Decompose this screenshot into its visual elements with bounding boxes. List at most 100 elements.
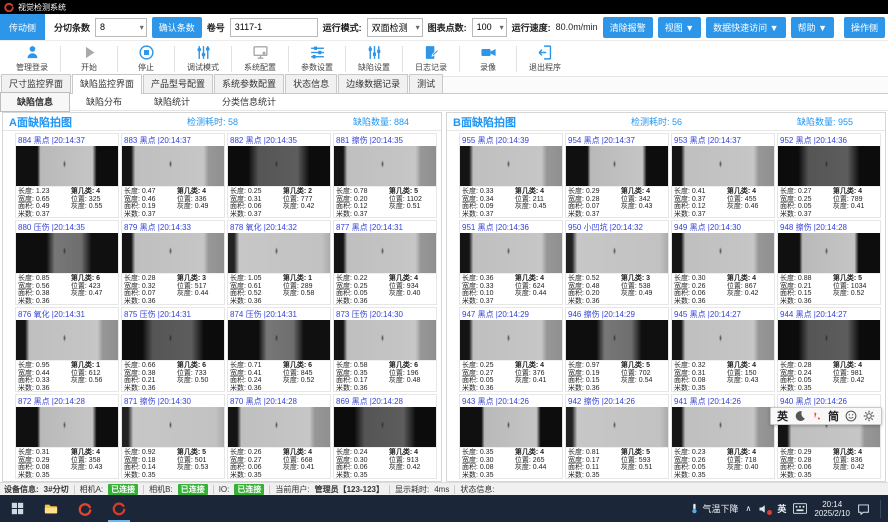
main-tab-3[interactable]: 产品型号配置 bbox=[143, 74, 213, 93]
defect-cell[interactable]: 949 黑点 |20:14:30长度: 0.30宽度: 0.26面积: 0.06… bbox=[671, 220, 775, 305]
class-value: 第几类: 4 bbox=[71, 188, 116, 196]
defect-cell-header: 944 黑点 |20:14:27 bbox=[778, 308, 880, 320]
defect-cell[interactable]: 951 黑点 |20:14:36长度: 0.36宽度: 0.33面积: 0.10… bbox=[459, 220, 563, 305]
defect-measurements: 长度: 0.25宽度: 0.31面积: 0.06米数: 0.37 bbox=[230, 188, 283, 216]
moon-icon[interactable] bbox=[794, 410, 806, 422]
clock-widget[interactable]: 20:14 2025/2/10 bbox=[814, 500, 850, 518]
defect-cell[interactable]: 878 氧化 |20:14:32长度: 1.05宽度: 0.61面积: 0.52… bbox=[227, 220, 331, 305]
defect-cell[interactable]: 884 黑点 |20:14:37长度: 1.23宽度: 0.65面积: 0.49… bbox=[15, 133, 119, 218]
main-tab-1[interactable]: 尺寸监控界面 bbox=[1, 74, 71, 93]
ribbon-button-sliders-v[interactable]: 缺陷设置 bbox=[348, 44, 400, 73]
ribbon-button-log[interactable]: 日志记录 bbox=[405, 44, 457, 73]
defect-cell[interactable]: 943 黑点 |20:14:26长度: 0.35宽度: 0.30面积: 0.08… bbox=[459, 394, 563, 479]
ribbon-button-play[interactable]: 开始 bbox=[63, 44, 115, 73]
defect-cell[interactable]: 945 黑点 |20:14:27长度: 0.32宽度: 0.31面积: 0.08… bbox=[671, 307, 775, 392]
sub-tab-4[interactable]: 分类信息统计 bbox=[206, 93, 292, 111]
divider bbox=[231, 46, 232, 72]
gray-value: 灰度: 0.44 bbox=[515, 464, 560, 472]
gear-icon[interactable] bbox=[863, 410, 875, 422]
defect-cell[interactable]: 874 压伤 |20:14:31长度: 0.71宽度: 0.41面积: 0.24… bbox=[227, 307, 331, 392]
show-desktop-button[interactable] bbox=[880, 500, 883, 518]
ribbon-button-exit[interactable]: 退出程序 bbox=[519, 44, 571, 73]
drive-side-button[interactable]: 传动侧 bbox=[0, 14, 45, 40]
defect-cell[interactable]: 873 压伤 |20:14:30长度: 0.58宽度: 0.35面积: 0.17… bbox=[333, 307, 437, 392]
defect-cell[interactable]: 948 擦伤 |20:14:28长度: 0.88宽度: 0.21面积: 0.15… bbox=[777, 220, 881, 305]
data-quick-access-button[interactable]: 数据快速访问 ▼ bbox=[706, 17, 785, 38]
main-tab-7[interactable]: 测试 bbox=[409, 74, 443, 93]
defect-measurements: 长度: 0.36宽度: 0.33面积: 0.10米数: 0.37 bbox=[462, 275, 515, 303]
ribbon-button-camera[interactable]: 录像 bbox=[462, 44, 514, 73]
defect-cell[interactable]: 877 黑点 |20:14:31长度: 0.22宽度: 0.25面积: 0.05… bbox=[333, 220, 437, 305]
main-tab-6[interactable]: 边缘数据记录 bbox=[338, 74, 408, 93]
roll-number-input[interactable]: 3117-1 bbox=[230, 18, 318, 37]
run-mode-select[interactable]: 双面检测 bbox=[367, 18, 423, 37]
ribbon-button-monitor[interactable]: 系统配置 bbox=[234, 44, 286, 73]
clear-alarm-button[interactable]: 清除报警 bbox=[603, 17, 653, 38]
defect-cell[interactable]: 872 黑点 |20:14:28长度: 0.31宽度: 0.29面积: 0.08… bbox=[15, 394, 119, 479]
help-menu-button[interactable]: 帮助 ▼ bbox=[791, 17, 834, 38]
ribbon-button-user[interactable]: 管理登录 bbox=[6, 44, 58, 73]
file-explorer-button[interactable] bbox=[34, 495, 68, 522]
defect-cell[interactable]: 952 黑点 |20:14:36长度: 0.27宽度: 0.25面积: 0.05… bbox=[777, 133, 881, 218]
defect-cell[interactable]: 882 黑点 |20:14:35长度: 0.25宽度: 0.31面积: 0.06… bbox=[227, 133, 331, 218]
defect-cell[interactable]: 950 小凹坑 |20:14:32长度: 0.52宽度: 0.48面积: 0.2… bbox=[565, 220, 669, 305]
defect-cell-header: 876 氧化 |20:14:31 bbox=[16, 308, 118, 320]
pen-stroke-icon[interactable] bbox=[812, 410, 822, 422]
main-tab-4[interactable]: 系统参数配置 bbox=[214, 74, 284, 93]
keyboard-tray-icon[interactable] bbox=[793, 503, 807, 514]
length-value: 长度: 0.27 bbox=[780, 188, 833, 196]
defect-cell[interactable]: 953 黑点 |20:14:37长度: 0.41宽度: 0.37面积: 0.12… bbox=[671, 133, 775, 218]
defect-cell[interactable]: 869 黑点 |20:14:28长度: 0.24宽度: 0.30面积: 0.06… bbox=[333, 394, 437, 479]
defect-cell[interactable]: 941 黑点 |20:14:26长度: 0.23宽度: 0.26面积: 0.05… bbox=[671, 394, 775, 479]
defect-cell[interactable]: 881 擦伤 |20:14:35长度: 0.78宽度: 0.20面积: 0.12… bbox=[333, 133, 437, 218]
run-speed-label: 运行速度: bbox=[512, 21, 551, 34]
ribbon-button-stop[interactable]: 停止 bbox=[120, 44, 172, 73]
defect-cell[interactable]: 883 黑点 |20:14:37长度: 0.47宽度: 0.46面积: 0.19… bbox=[121, 133, 225, 218]
ime-language-indicator[interactable]: 英 bbox=[777, 502, 786, 515]
ime-lang-button[interactable]: 英 bbox=[777, 408, 788, 424]
weather-widget[interactable]: 气温下降 bbox=[689, 502, 739, 515]
main-tab-2[interactable]: 缺陷监控界面 bbox=[72, 74, 142, 94]
length-value: 长度: 0.25 bbox=[230, 188, 283, 196]
defect-cell[interactable]: 876 氧化 |20:14:31长度: 0.95宽度: 0.44面积: 0.33… bbox=[15, 307, 119, 392]
main-tab-5[interactable]: 状态信息 bbox=[285, 74, 337, 93]
sub-tab-2[interactable]: 缺陷分布 bbox=[70, 93, 138, 111]
defect-classification: 第几类: 2位置: 777灰度: 0.42 bbox=[283, 188, 328, 216]
defect-cell[interactable]: 955 黑点 |20:14:39长度: 0.33宽度: 0.34面积: 0.09… bbox=[459, 133, 563, 218]
smiley-icon[interactable] bbox=[845, 410, 857, 422]
defect-classification: 第几类: 4位置: 358灰度: 0.43 bbox=[71, 449, 116, 477]
start-button[interactable] bbox=[0, 495, 34, 522]
sub-tab-1[interactable]: 缺陷信息 bbox=[0, 92, 70, 112]
defect-cell[interactable]: 871 擦伤 |20:14:30长度: 0.92宽度: 0.18面积: 0.14… bbox=[121, 394, 225, 479]
defect-cell[interactable]: 875 压伤 |20:14:31长度: 0.66宽度: 0.38面积: 0.21… bbox=[121, 307, 225, 392]
volume-tray-icon[interactable] bbox=[758, 503, 770, 515]
notification-center-icon[interactable] bbox=[857, 503, 870, 515]
gray-value: 灰度: 0.44 bbox=[177, 290, 222, 298]
area-value: 面积: 0.19 bbox=[124, 203, 177, 211]
defect-cell[interactable]: 944 黑点 |20:14:27长度: 0.28宽度: 0.24面积: 0.05… bbox=[777, 307, 881, 392]
slit-count-select[interactable]: 8 bbox=[95, 18, 147, 37]
defect-cell[interactable]: 880 压伤 |20:14:35长度: 0.85宽度: 0.56面积: 0.38… bbox=[15, 220, 119, 305]
view-menu-button[interactable]: 视图 ▼ bbox=[658, 17, 701, 38]
ime-simplified-button[interactable]: 简 bbox=[828, 408, 839, 424]
class-value: 第几类: 6 bbox=[389, 362, 434, 370]
chart-points-select[interactable]: 100 bbox=[472, 18, 507, 37]
defect-cell[interactable]: 942 擦伤 |20:14:26长度: 0.81宽度: 0.17面积: 0.11… bbox=[565, 394, 669, 479]
defect-cell[interactable]: 879 黑点 |20:14:33长度: 0.28宽度: 0.32面积: 0.07… bbox=[121, 220, 225, 305]
tray-expand-chevron[interactable]: ∧ bbox=[746, 504, 752, 513]
defect-measurements: 长度: 0.78宽度: 0.20面积: 0.12米数: 0.37 bbox=[336, 188, 389, 216]
defect-cell[interactable]: 946 擦伤 |20:14:29长度: 0.97宽度: 0.19面积: 0.15… bbox=[565, 307, 669, 392]
gray-value: 灰度: 0.41 bbox=[515, 377, 560, 385]
defect-image bbox=[566, 407, 668, 447]
defect-cell[interactable]: 870 黑点 |20:14:28长度: 0.26宽度: 0.27面积: 0.06… bbox=[227, 394, 331, 479]
confirm-count-button[interactable]: 确认条数 bbox=[152, 17, 202, 38]
ribbon-button-sliders-h[interactable]: 参数设置 bbox=[291, 44, 343, 73]
length-value: 长度: 0.24 bbox=[336, 449, 389, 457]
sub-tab-3[interactable]: 缺陷统计 bbox=[138, 93, 206, 111]
ribbon-button-tuning[interactable]: 调试模式 bbox=[177, 44, 229, 73]
app-taskbar-icon-2[interactable] bbox=[102, 495, 136, 522]
app-taskbar-icon-1[interactable] bbox=[68, 495, 102, 522]
operator-side-button[interactable]: 操作侧 bbox=[844, 17, 885, 38]
defect-cell[interactable]: 947 黑点 |20:14:29长度: 0.25宽度: 0.27面积: 0.05… bbox=[459, 307, 563, 392]
defect-cell[interactable]: 954 黑点 |20:14:37长度: 0.29宽度: 0.28面积: 0.07… bbox=[565, 133, 669, 218]
